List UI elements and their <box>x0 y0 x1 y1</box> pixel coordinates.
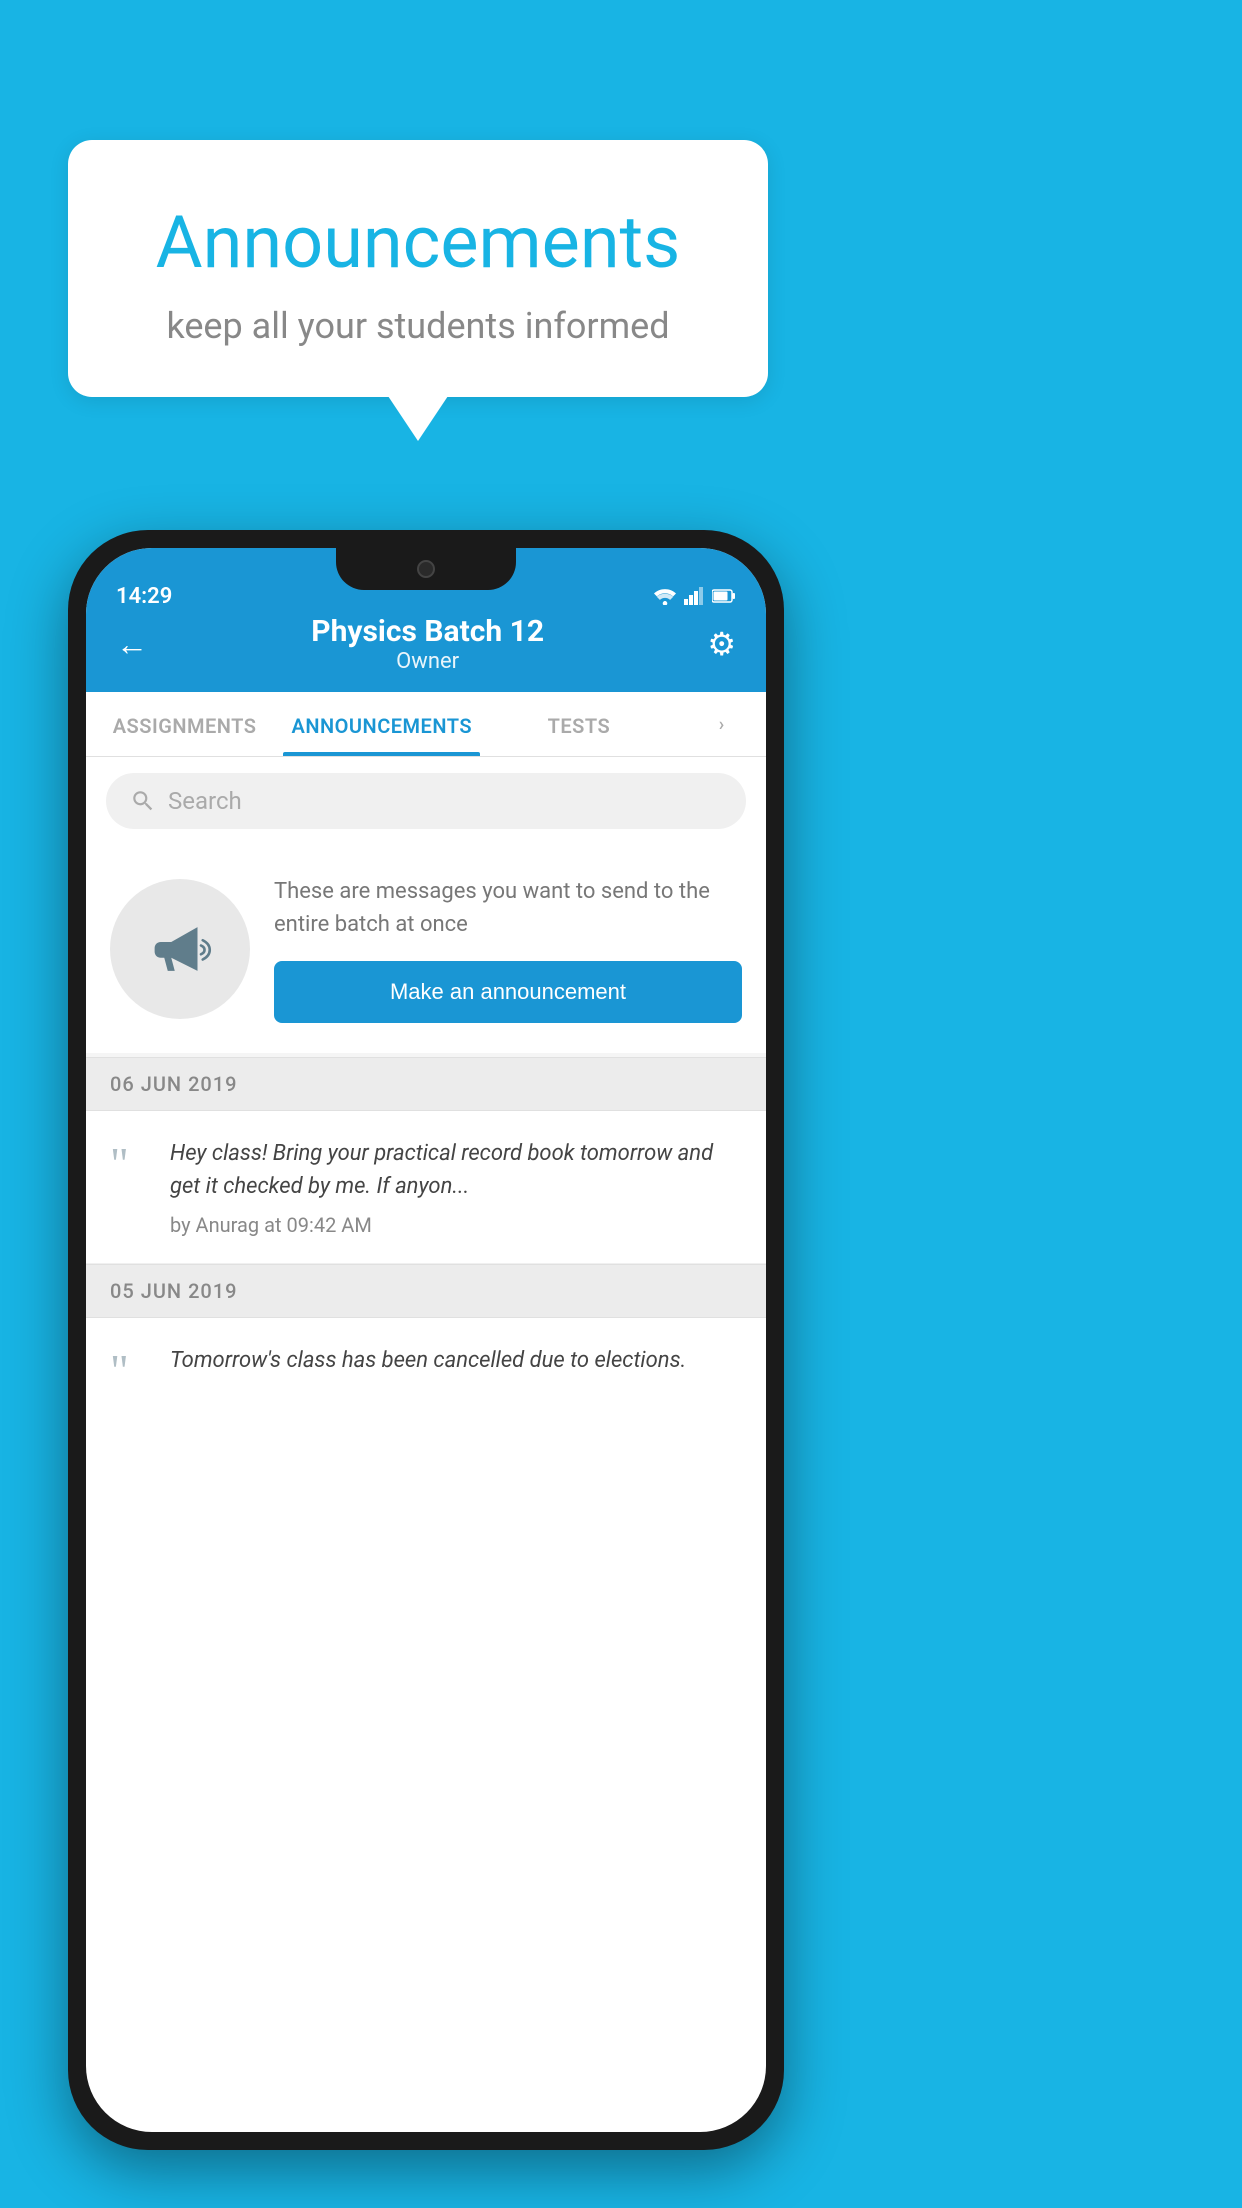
tab-more[interactable]: › <box>678 692 766 756</box>
tab-announcements[interactable]: ANNOUNCEMENTS <box>283 692 480 756</box>
quote-icon-1: " <box>110 1141 150 1187</box>
announcement-text-1: Hey class! Bring your practical record b… <box>170 1137 742 1237</box>
batch-name-title: Physics Batch 12 <box>148 614 707 649</box>
promo-right: These are messages you want to send to t… <box>274 875 742 1023</box>
notch <box>336 548 516 590</box>
search-container: Search <box>86 757 766 845</box>
speech-bubble-title: Announcements <box>118 200 718 285</box>
announcement-item-2[interactable]: " Tomorrow's class has been cancelled du… <box>86 1318 766 1404</box>
search-bar[interactable]: Search <box>106 773 746 829</box>
battery-icon <box>712 589 736 603</box>
tab-assignments[interactable]: ASSIGNMENTS <box>86 692 283 756</box>
signal-icon <box>684 587 704 605</box>
front-camera <box>417 560 435 578</box>
date-separator-2: 05 JUN 2019 <box>86 1264 766 1318</box>
status-time: 14:29 <box>116 584 172 609</box>
back-button[interactable]: ← <box>116 625 148 663</box>
header-title-section: Physics Batch 12 Owner <box>148 614 707 674</box>
phone-container: 14:29 <box>68 530 784 2150</box>
announcement-body-2: Tomorrow's class has been cancelled due … <box>170 1344 742 1377</box>
promo-card: These are messages you want to send to t… <box>86 845 766 1053</box>
date-separator-1: 06 JUN 2019 <box>86 1057 766 1111</box>
content-area: Search These are messages you want to se… <box>86 757 766 1404</box>
speech-bubble: Announcements keep all your students inf… <box>68 140 768 397</box>
app-header: ← Physics Batch 12 Owner ⚙ <box>86 600 766 692</box>
phone-outer: 14:29 <box>68 530 784 2150</box>
speech-bubble-subtitle: keep all your students informed <box>118 305 718 347</box>
settings-gear-icon[interactable]: ⚙ <box>707 625 736 663</box>
announcement-item-1[interactable]: " Hey class! Bring your practical record… <box>86 1111 766 1264</box>
wifi-icon <box>654 587 676 605</box>
search-icon <box>130 788 156 814</box>
promo-description: These are messages you want to send to t… <box>274 875 742 941</box>
tab-tests[interactable]: TESTS <box>480 692 677 756</box>
search-placeholder: Search <box>168 787 242 815</box>
announcement-text-2: Tomorrow's class has been cancelled due … <box>170 1344 742 1377</box>
megaphone-icon <box>145 914 215 984</box>
announcement-meta-1: by Anurag at 09:42 AM <box>170 1213 742 1237</box>
quote-icon-2: " <box>110 1348 150 1394</box>
announcement-body-1: Hey class! Bring your practical record b… <box>170 1137 742 1203</box>
owner-subtitle: Owner <box>148 649 707 674</box>
speech-bubble-container: Announcements keep all your students inf… <box>68 140 768 397</box>
announcement-icon-circle <box>110 879 250 1019</box>
tabs-bar: ASSIGNMENTS ANNOUNCEMENTS TESTS › <box>86 692 766 757</box>
status-icons <box>654 587 736 605</box>
phone-screen: 14:29 <box>86 548 766 2132</box>
make-announcement-button[interactable]: Make an announcement <box>274 961 742 1023</box>
